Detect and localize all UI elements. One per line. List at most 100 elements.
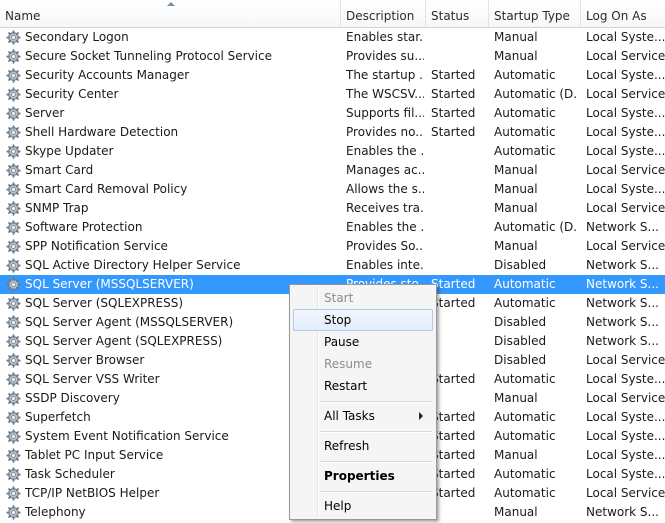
service-startup-type: Manual <box>494 182 538 196</box>
service-log-on-as: Local Service <box>586 201 665 215</box>
service-log-on-as: Local Syste... <box>586 106 665 120</box>
menu-item-resume-label: Resume <box>324 357 373 371</box>
service-log-on-as: Network S... <box>586 334 659 348</box>
column-header-description[interactable]: Description <box>341 0 426 27</box>
service-row[interactable]: Secure Socket Tunneling Protocol Service… <box>0 47 665 66</box>
service-startup-type: Manual <box>494 448 538 462</box>
service-status <box>431 351 491 370</box>
service-row[interactable]: Security Accounts Manager The startup ...… <box>0 66 665 85</box>
service-log-on-as: Local Service <box>586 163 665 177</box>
menu-item-resume[interactable]: Resume <box>293 353 433 375</box>
service-row[interactable]: Skype Updater Enables the ... Automatic Loc… <box>0 142 665 161</box>
service-status: Started <box>431 277 476 291</box>
service-status: Started <box>431 372 476 386</box>
service-status: Started <box>431 410 476 424</box>
service-row[interactable]: SPP Notification Service Provides So... Ma… <box>0 237 665 256</box>
menu-separator <box>320 401 432 403</box>
service-row[interactable]: Software Protection Enables the ... Automa… <box>0 218 665 237</box>
service-description: Enables the ... <box>346 144 424 158</box>
service-status <box>431 313 491 332</box>
gear-icon <box>6 467 21 482</box>
service-status: Started <box>431 448 476 462</box>
column-header-log-on-as[interactable]: Log On As <box>581 0 665 27</box>
service-row[interactable]: Shell Hardware Detection Provides no... St… <box>0 123 665 142</box>
menu-item-stop-label: Stop <box>324 313 352 327</box>
column-header: Name Description Status Startup Type Log… <box>0 0 665 28</box>
service-description: The startup ... <box>346 68 424 82</box>
column-header-status-label: Status <box>431 9 470 23</box>
gear-icon <box>6 353 21 368</box>
service-row[interactable]: SQL Active Directory Helper Service Enabl… <box>0 256 665 275</box>
service-log-on-as: Local Service <box>586 391 665 405</box>
menu-item-pause[interactable]: Pause <box>293 331 433 353</box>
service-startup-type: Manual <box>494 391 538 405</box>
gear-icon <box>6 334 21 349</box>
gear-icon <box>6 505 21 520</box>
service-name: Security Center <box>25 87 119 101</box>
menu-separator <box>320 491 432 493</box>
service-description: Supports fil... <box>346 106 424 120</box>
gear-icon <box>6 144 21 159</box>
service-description: Provides So... <box>346 239 424 253</box>
service-name: Smart Card <box>25 163 94 177</box>
service-log-on-as: Local Syste... <box>586 372 665 386</box>
service-status <box>431 389 491 408</box>
column-header-startup-type[interactable]: Startup Type <box>489 0 581 27</box>
service-description: Allows the s... <box>346 182 424 196</box>
service-name: SNMP Trap <box>25 201 89 215</box>
menu-item-start-label: Start <box>324 291 354 305</box>
service-startup-type: Automatic <box>494 125 556 139</box>
menu-item-start[interactable]: Start <box>293 287 433 309</box>
service-description: Enables the ... <box>346 220 424 234</box>
service-startup-type: Automatic <box>494 486 556 500</box>
service-log-on-as: Network S... <box>586 277 659 291</box>
service-startup-type: Disabled <box>494 315 547 329</box>
service-name: Secure Socket Tunneling Protocol Service <box>25 49 272 63</box>
service-row[interactable]: Security Center The WSCSV... Started Automa… <box>0 85 665 104</box>
menu-item-stop[interactable]: Stop <box>293 309 433 331</box>
service-status: Started <box>431 296 476 310</box>
menu-item-help-label: Help <box>324 499 352 513</box>
service-row[interactable]: Secondary Logon Enables star... Manual Loca… <box>0 28 665 47</box>
service-log-on-as: Local Syste... <box>586 144 665 158</box>
service-status: Started <box>431 429 476 443</box>
service-status <box>431 237 491 256</box>
menu-separator <box>320 431 432 433</box>
menu-item-all-tasks[interactable]: All Tasks <box>293 405 433 427</box>
service-status <box>431 199 491 218</box>
service-log-on-as: Local Syste... <box>586 467 665 481</box>
column-header-description-label: Description <box>346 9 415 23</box>
menu-item-restart[interactable]: Restart <box>293 375 433 397</box>
service-row[interactable]: Smart Card Removal Policy Allows the s...… <box>0 180 665 199</box>
service-startup-type: Manual <box>494 239 538 253</box>
gear-icon <box>6 410 21 425</box>
gear-icon <box>6 182 21 197</box>
service-status <box>431 47 491 66</box>
menu-item-refresh[interactable]: Refresh <box>293 435 433 457</box>
service-description: Provides su... <box>346 49 424 63</box>
service-startup-type: Automatic <box>494 106 556 120</box>
column-header-status[interactable]: Status <box>426 0 489 27</box>
service-row[interactable]: SNMP Trap Receives tra... Manual Local Serv… <box>0 199 665 218</box>
service-log-on-as: Local Syste... <box>586 30 665 44</box>
gear-icon <box>6 201 21 216</box>
service-log-on-as: Network S... <box>586 220 659 234</box>
service-name: SPP Notification Service <box>25 239 168 253</box>
service-status <box>431 142 491 161</box>
service-row[interactable]: Smart Card Manages ac... Manual Local Servi… <box>0 161 665 180</box>
column-header-name[interactable]: Name <box>0 0 341 27</box>
menu-item-help[interactable]: Help <box>293 495 433 517</box>
service-row[interactable]: Server Supports fil... Started Automatic Loc… <box>0 104 665 123</box>
service-log-on-as: Local Service <box>586 239 665 253</box>
service-startup-type: Manual <box>494 201 538 215</box>
service-log-on-as: Local Syste... <box>586 182 665 196</box>
service-status: Started <box>431 125 476 139</box>
service-startup-type: Automatic <box>494 372 556 386</box>
service-status <box>431 256 491 275</box>
service-startup-type: Automatic (D... <box>494 220 578 234</box>
service-status: Started <box>431 87 476 101</box>
service-log-on-as: Network S... <box>586 296 659 310</box>
menu-item-restart-label: Restart <box>324 379 368 393</box>
menu-item-properties[interactable]: Properties <box>293 465 433 487</box>
gear-icon <box>6 429 21 444</box>
